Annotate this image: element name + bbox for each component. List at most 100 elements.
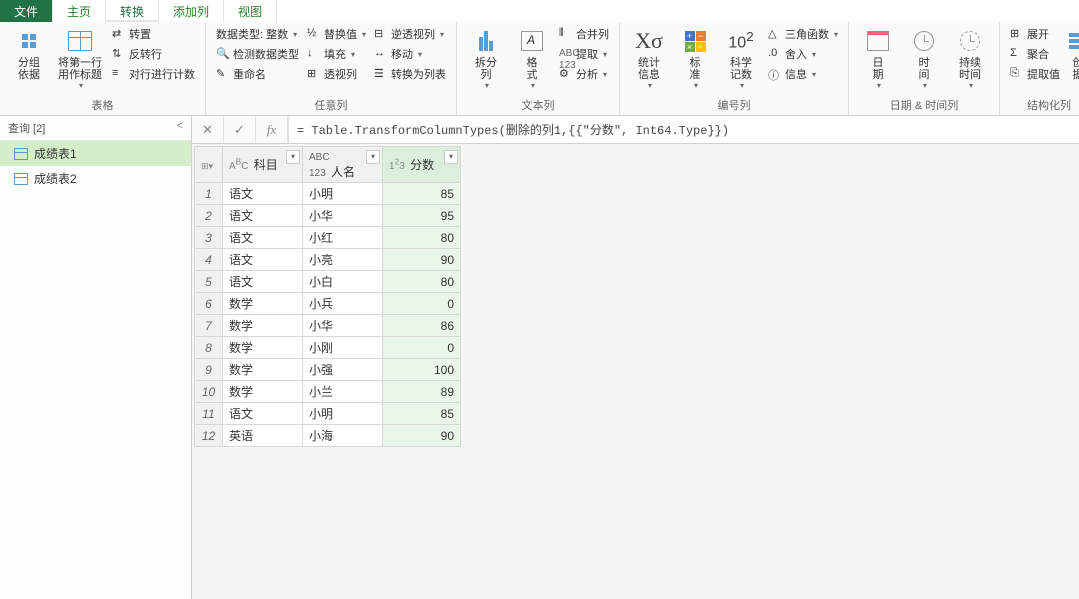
tab-transform[interactable]: 转换 <box>106 0 159 22</box>
datatype-button[interactable]: 数据类型: 整数 <box>214 25 301 43</box>
cell[interactable]: 小华 <box>303 315 383 337</box>
trig-button[interactable]: △三角函数 <box>766 25 840 43</box>
move-button[interactable]: ↔移动 <box>372 45 448 63</box>
tab-file[interactable]: 文件 <box>0 0 53 22</box>
tab-view[interactable]: 视图 <box>224 0 277 22</box>
unpivot-button[interactable]: ⊟逆透视列 <box>372 25 448 43</box>
cell[interactable]: 语文 <box>223 271 303 293</box>
extract-button[interactable]: ABC123提取 <box>557 45 611 63</box>
cell[interactable]: 小海 <box>303 425 383 447</box>
formula-input[interactable] <box>288 116 1079 143</box>
parse-button[interactable]: ⚙分析 <box>557 65 611 83</box>
cell[interactable]: 小明 <box>303 183 383 205</box>
table-row[interactable]: 3语文小红80 <box>195 227 461 249</box>
time-button[interactable]: 时 间 <box>903 25 945 92</box>
sidebar-item-query1[interactable]: 成绩表1 <box>0 141 191 166</box>
table-row[interactable]: 6数学小兵0 <box>195 293 461 315</box>
cell[interactable]: 80 <box>383 227 461 249</box>
table-row[interactable]: 11语文小明85 <box>195 403 461 425</box>
merge-columns-button[interactable]: ⫴合并列 <box>557 25 611 43</box>
format-button[interactable]: 格 式 <box>511 25 553 92</box>
fill-button[interactable]: ↓填充 <box>305 45 368 63</box>
aggregate-button[interactable]: Σ聚合 <box>1008 45 1062 63</box>
cell[interactable]: 数学 <box>223 293 303 315</box>
duration-button[interactable]: 持续 时间 <box>949 25 991 92</box>
cell[interactable]: 数学 <box>223 315 303 337</box>
split-column-button[interactable]: 拆分 列 <box>465 25 507 92</box>
cell[interactable]: 语文 <box>223 183 303 205</box>
count-rows-button[interactable]: ≡对行进行计数 <box>110 65 197 83</box>
statistics-button[interactable]: Χσ 统计 信息 <box>628 25 670 92</box>
table-row[interactable]: 9数学小强100 <box>195 359 461 381</box>
row-number: 12 <box>195 425 223 447</box>
cell[interactable]: 小明 <box>303 403 383 425</box>
table-row[interactable]: 12英语小海90 <box>195 425 461 447</box>
cell[interactable]: 80 <box>383 271 461 293</box>
cell[interactable]: 语文 <box>223 249 303 271</box>
table-row[interactable]: 2语文小华95 <box>195 205 461 227</box>
unpivot-icon: ⊟ <box>374 27 388 41</box>
filter-dropdown[interactable]: ▾ <box>366 150 380 164</box>
detect-type-button[interactable]: 🔍检测数据类型 <box>214 45 301 63</box>
filter-dropdown[interactable]: ▾ <box>286 150 300 164</box>
table-row[interactable]: 10数学小兰89 <box>195 381 461 403</box>
cell[interactable]: 100 <box>383 359 461 381</box>
reverse-rows-button[interactable]: ⇅反转行 <box>110 45 197 63</box>
table-row[interactable]: 5语文小白80 <box>195 271 461 293</box>
cell[interactable]: 0 <box>383 293 461 315</box>
scientific-button[interactable]: 102 科学 记数 <box>720 25 762 92</box>
cell[interactable]: 小兰 <box>303 381 383 403</box>
cell[interactable]: 数学 <box>223 337 303 359</box>
tab-addcolumn[interactable]: 添加列 <box>159 0 224 22</box>
cell[interactable]: 95 <box>383 205 461 227</box>
cell[interactable]: 90 <box>383 249 461 271</box>
cell[interactable]: 小华 <box>303 205 383 227</box>
collapse-icon[interactable]: < <box>177 120 183 136</box>
cell[interactable]: 小亮 <box>303 249 383 271</box>
cell[interactable]: 语文 <box>223 227 303 249</box>
cell[interactable]: 0 <box>383 337 461 359</box>
cell[interactable]: 英语 <box>223 425 303 447</box>
column-header-人名[interactable]: ABC123 人名▾ <box>303 147 383 183</box>
cell[interactable]: 小强 <box>303 359 383 381</box>
transpose-button[interactable]: ⇄转置 <box>110 25 197 43</box>
tab-home[interactable]: 主页 <box>53 0 106 22</box>
standard-button[interactable]: +−×÷ 标 准 <box>674 25 716 92</box>
extract-values-button[interactable]: ⎘提取值 <box>1008 65 1062 83</box>
tolist-button[interactable]: ☰转换为列表 <box>372 65 448 83</box>
cell[interactable]: 语文 <box>223 403 303 425</box>
cell[interactable]: 数学 <box>223 381 303 403</box>
info-button[interactable]: ⓘ信息 <box>766 65 840 83</box>
cell[interactable]: 85 <box>383 403 461 425</box>
table-row[interactable]: 7数学小华86 <box>195 315 461 337</box>
column-header-科目[interactable]: ABC 科目▾ <box>223 147 303 183</box>
select-all-corner[interactable]: ⊞▾ <box>195 147 223 183</box>
table-row[interactable]: 1语文小明85 <box>195 183 461 205</box>
pivot-button[interactable]: ⊞透视列 <box>305 65 368 83</box>
table-row[interactable]: 8数学小刚0 <box>195 337 461 359</box>
confirm-formula-button[interactable]: ✓ <box>224 116 256 143</box>
groupby-button[interactable]: 分组 依据 <box>8 25 50 83</box>
replace-button[interactable]: ½替换值 <box>305 25 368 43</box>
cell[interactable]: 数学 <box>223 359 303 381</box>
sidebar-item-query2[interactable]: 成绩表2 <box>0 166 191 191</box>
cell[interactable]: 小刚 <box>303 337 383 359</box>
cell[interactable]: 90 <box>383 425 461 447</box>
cell[interactable]: 语文 <box>223 205 303 227</box>
date-button[interactable]: 日 期 <box>857 25 899 92</box>
column-header-分数[interactable]: 123 分数▾ <box>383 147 461 183</box>
cancel-formula-button[interactable]: ✕ <box>192 116 224 143</box>
table-row[interactable]: 4语文小亮90 <box>195 249 461 271</box>
cell[interactable]: 小红 <box>303 227 383 249</box>
create-button[interactable]: 创 据 <box>1066 25 1079 83</box>
cell[interactable]: 85 <box>383 183 461 205</box>
cell[interactable]: 89 <box>383 381 461 403</box>
filter-dropdown[interactable]: ▾ <box>444 150 458 164</box>
rename-button[interactable]: ✎重命名 <box>214 65 301 83</box>
cell[interactable]: 86 <box>383 315 461 337</box>
rounding-button[interactable]: .0舍入 <box>766 45 840 63</box>
cell[interactable]: 小白 <box>303 271 383 293</box>
cell[interactable]: 小兵 <box>303 293 383 315</box>
expand-button[interactable]: ⊞展开 <box>1008 25 1062 43</box>
firstrow-header-button[interactable]: 将第一行 用作标题 <box>54 25 106 92</box>
